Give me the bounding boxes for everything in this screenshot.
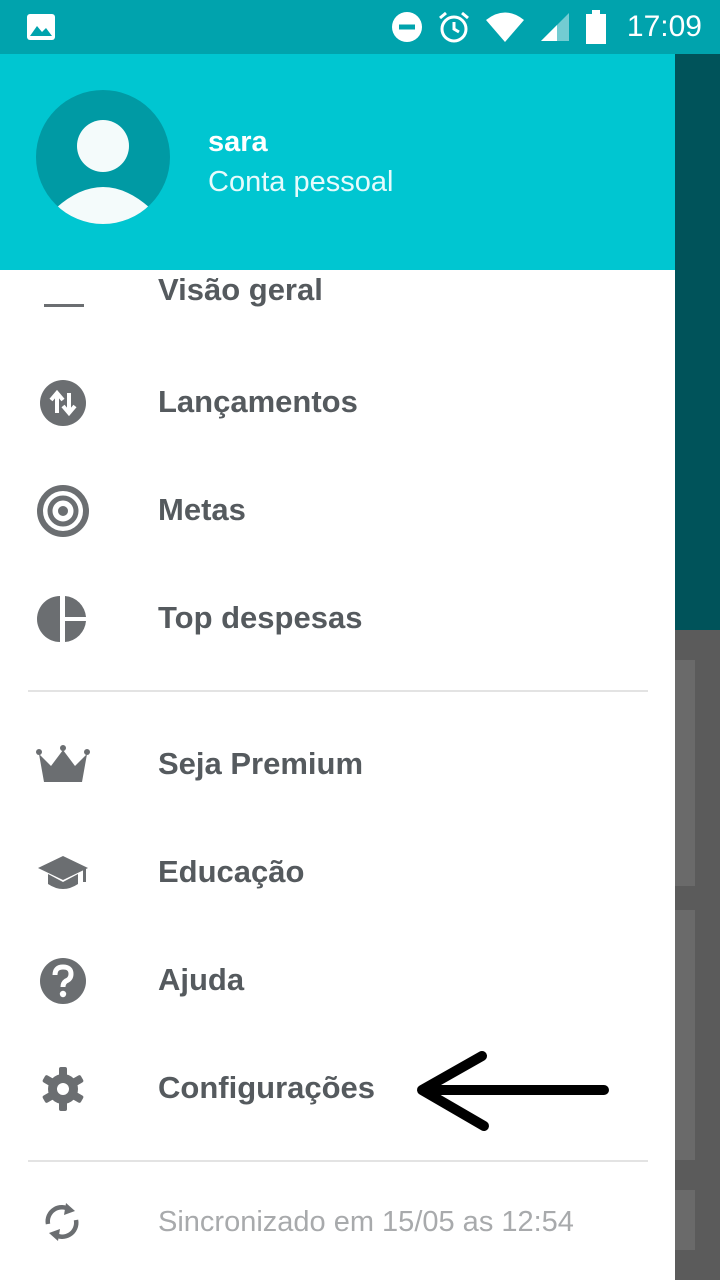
image-icon xyxy=(27,14,55,40)
menu-item-label: Top despesas xyxy=(158,600,363,635)
sync-icon xyxy=(45,1203,79,1241)
overview-icon xyxy=(44,304,84,307)
menu-item-label: Metas xyxy=(158,492,246,527)
crown-icon xyxy=(36,745,90,782)
menu-divider xyxy=(28,1160,648,1162)
background-card xyxy=(675,910,695,1160)
account-type[interactable]: Conta pessoal xyxy=(208,166,393,199)
menu-item-ajuda[interactable]: Ajuda xyxy=(0,930,675,1030)
transfer-arrows-icon xyxy=(40,380,86,426)
graduation-cap-icon xyxy=(38,856,88,889)
background-card xyxy=(675,1190,695,1250)
menu-item-lancamentos[interactable]: Lançamentos xyxy=(0,352,675,452)
user-avatar-icon xyxy=(56,120,150,224)
status-time: 17:09 xyxy=(626,10,702,43)
menu-item-label: Lançamentos xyxy=(158,384,358,419)
help-icon xyxy=(40,958,86,1004)
menu-item-overview-partial[interactable]: Visão geral xyxy=(158,273,323,307)
menu-item-top-despesas[interactable]: Top despesas xyxy=(0,568,675,668)
menu-divider xyxy=(28,690,648,692)
background-toolbar xyxy=(675,54,720,630)
do-not-disturb-icon xyxy=(391,12,422,42)
target-icon xyxy=(37,485,89,537)
menu-item-label: Seja Premium xyxy=(158,746,364,781)
background-card xyxy=(675,660,695,886)
menu-item-label: Configurações xyxy=(158,1070,376,1105)
annotation-arrow-icon xyxy=(417,1051,609,1131)
menu-item-label: Ajuda xyxy=(158,962,245,997)
alarm-icon xyxy=(438,11,469,43)
gear-icon xyxy=(42,1067,84,1111)
sync-status[interactable]: Sincronizado em 15/05 as 12:54 xyxy=(0,1174,675,1270)
background-app[interactable] xyxy=(675,54,720,1280)
status-bar: 17:09 xyxy=(0,0,720,54)
pie-chart-icon xyxy=(37,596,86,642)
background-content xyxy=(675,630,720,1280)
header-shadow xyxy=(0,270,675,278)
wifi-icon xyxy=(485,12,524,42)
menu-item-metas[interactable]: Metas xyxy=(0,460,675,560)
menu-item-label: Educação xyxy=(158,854,305,889)
avatar[interactable] xyxy=(36,90,170,224)
user-name: sara xyxy=(208,126,268,158)
sync-status-text: Sincronizado em 15/05 as 12:54 xyxy=(158,1206,574,1238)
signal-icon xyxy=(540,13,569,41)
battery-icon xyxy=(585,10,606,44)
menu-item-seja-premium[interactable]: Seja Premium xyxy=(0,714,675,814)
drawer-header: sara Conta pessoal xyxy=(0,54,675,270)
menu-item-educacao[interactable]: Educação xyxy=(0,822,675,922)
